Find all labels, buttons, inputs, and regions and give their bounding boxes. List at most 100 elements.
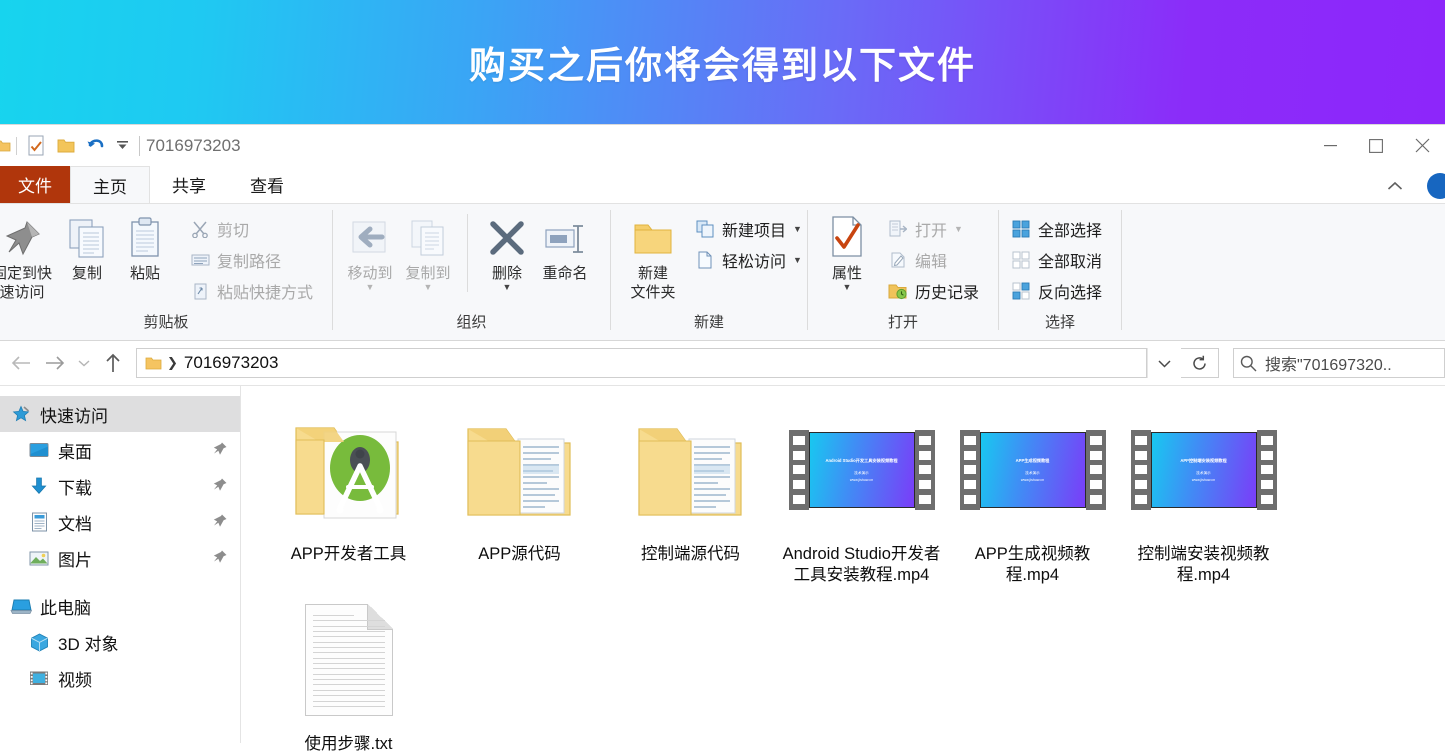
- sidebar-item-desktop[interactable]: 桌面: [0, 432, 240, 468]
- invert-selection-button[interactable]: 反向选择: [1007, 278, 1106, 304]
- address-input[interactable]: ❯ 7016973203: [136, 348, 1147, 378]
- new-item-button[interactable]: 新建项目 ▼: [691, 216, 806, 242]
- tab-view[interactable]: 查看: [228, 166, 306, 203]
- ribbon: 固定到快 速访问 复制: [0, 203, 1445, 341]
- history-button[interactable]: 历史记录: [884, 278, 983, 304]
- maximize-button[interactable]: [1353, 125, 1399, 166]
- file-item[interactable]: Android Studio开发工具安装视频教程 技术演示 www.jishuw…: [776, 396, 947, 586]
- copy-to-button[interactable]: 复制到 ▼: [399, 212, 457, 293]
- sidebar-item-3d-objects[interactable]: 3D 对象: [0, 624, 240, 660]
- easy-access-button[interactable]: 轻松访问 ▼: [691, 247, 806, 273]
- new-item-icon: [695, 219, 715, 239]
- file-item[interactable]: APP开发者工具: [263, 396, 434, 586]
- sidebar-item-videos[interactable]: 视频: [0, 660, 240, 696]
- file-name: APP源代码: [478, 545, 561, 563]
- clipboard-small-buttons: 剪切 复制路径 粘贴快捷方式: [186, 212, 317, 304]
- select-all-icon: [1011, 219, 1031, 239]
- undo-icon[interactable]: [81, 131, 111, 161]
- pin-icon[interactable]: [212, 477, 228, 498]
- sidebar-item-downloads[interactable]: 下载: [0, 468, 240, 504]
- minimize-button[interactable]: [1307, 125, 1353, 166]
- customize-toolbar-icon[interactable]: [111, 131, 133, 161]
- search-input[interactable]: 搜索"701697320..: [1233, 348, 1445, 378]
- chevron-down-icon[interactable]: ▼: [954, 225, 963, 234]
- easy-access-label: 轻松访问: [722, 254, 787, 271]
- film-strip: APP控制端安装视频教程 技术演示 www.jishuw.cn: [1130, 430, 1277, 510]
- address-dropdown-button[interactable]: [1147, 348, 1181, 378]
- breadcrumb-path[interactable]: 7016973203: [184, 353, 279, 373]
- this-pc-icon: [10, 595, 32, 617]
- video-preview: APP生成视频教程 技术演示 www.jishuw.cn: [979, 432, 1086, 508]
- select-group-label: 选择: [1044, 314, 1075, 331]
- window-title: 7016973203: [146, 135, 241, 155]
- sidebar-item-this-pc[interactable]: 此电脑: [0, 588, 240, 624]
- back-button[interactable]: [4, 346, 38, 380]
- collapse-ribbon-button[interactable]: [1381, 174, 1409, 198]
- rename-button[interactable]: 重命名: [536, 212, 594, 285]
- help-icon[interactable]: [1427, 173, 1445, 199]
- pin-to-quick-access-button[interactable]: 固定到快 速访问: [0, 212, 58, 304]
- chevron-down-icon[interactable]: ▼: [843, 283, 852, 292]
- select-all-button[interactable]: 全部选择: [1007, 216, 1106, 242]
- copy-icon: [64, 214, 110, 260]
- thumb-sub1: 技术演示: [1025, 470, 1040, 475]
- open-button[interactable]: 打开 ▼: [884, 216, 983, 242]
- new-folder-icon[interactable]: [51, 131, 81, 161]
- film-strip: APP生成视频教程 技术演示 www.jishuw.cn: [959, 430, 1106, 510]
- new-folder-button[interactable]: 新建 文件夹: [621, 212, 685, 304]
- recent-locations-button[interactable]: [72, 346, 96, 380]
- paste-label: 粘贴: [130, 265, 161, 282]
- inline-divider: [467, 214, 468, 292]
- file-item[interactable]: APP控制端安装视频教程 技术演示 www.jishuw.cn 控制端安装视频教…: [1118, 396, 1289, 586]
- chevron-down-icon[interactable]: ▼: [503, 283, 512, 292]
- sidebar-item-pictures[interactable]: 图片: [0, 540, 240, 576]
- edit-button[interactable]: 编辑: [884, 247, 983, 273]
- ribbon-group-select: 全部选择 全部取消 反向选择 选择: [999, 204, 1121, 340]
- chevron-down-icon[interactable]: ▼: [793, 256, 802, 265]
- up-button[interactable]: [96, 346, 130, 380]
- paste-button[interactable]: 粘贴: [116, 212, 174, 285]
- promo-banner: 购买之后你将会得到以下文件: [0, 0, 1445, 124]
- pin-icon[interactable]: [212, 513, 228, 534]
- tab-file[interactable]: 文件: [0, 166, 70, 203]
- copy-label: 复制: [72, 265, 103, 282]
- file-item[interactable]: 控制端源代码: [605, 396, 776, 586]
- cut-button[interactable]: 剪切: [186, 216, 317, 242]
- thumb-title: Android Studio开发工具安装视频教程: [825, 457, 898, 463]
- video-thumbnail: APP生成视频教程 技术演示 www.jishuw.cn: [959, 400, 1106, 540]
- forward-button[interactable]: [38, 346, 72, 380]
- sidebar-item-documents[interactable]: 文档: [0, 504, 240, 540]
- chevron-down-icon[interactable]: ▼: [366, 283, 375, 292]
- select-none-button[interactable]: 全部取消: [1007, 247, 1106, 273]
- chevron-down-icon[interactable]: ▼: [424, 283, 433, 292]
- title-divider: [139, 135, 140, 156]
- address-bar-row: ❯ 7016973203 搜索"701697320..: [0, 341, 1445, 386]
- close-button[interactable]: [1399, 125, 1445, 166]
- sidebar-label: 视频: [58, 670, 92, 690]
- paste-shortcut-label: 粘贴快捷方式: [217, 285, 314, 302]
- chevron-down-icon[interactable]: ▼: [793, 225, 802, 234]
- sidebar-item-quick-access[interactable]: 快速访问: [0, 396, 240, 432]
- breadcrumb-chevron-icon[interactable]: ❯: [167, 355, 178, 371]
- rename-label: 重命名: [542, 265, 588, 282]
- pin-icon[interactable]: [212, 441, 228, 462]
- copy-button[interactable]: 复制: [58, 212, 116, 285]
- folder-icon[interactable]: [0, 131, 12, 161]
- clipboard-group-label: 剪贴板: [143, 314, 189, 331]
- tab-home[interactable]: 主页: [70, 166, 150, 203]
- video-preview: APP控制端安装视频教程 技术演示 www.jishuw.cn: [1150, 432, 1257, 508]
- refresh-button[interactable]: [1181, 348, 1219, 378]
- new-folder-label: 新建 文件夹: [630, 265, 676, 301]
- properties-button[interactable]: 属性 ▼: [818, 212, 876, 293]
- move-to-button[interactable]: 移动到 ▼: [341, 212, 399, 293]
- ribbon-group-clipboard: 固定到快 速访问 复制: [0, 204, 332, 340]
- pin-icon[interactable]: [212, 549, 228, 570]
- tab-share[interactable]: 共享: [150, 166, 228, 203]
- paste-shortcut-button[interactable]: 粘贴快捷方式: [186, 278, 317, 304]
- file-item[interactable]: APP生成视频教程 技术演示 www.jishuw.cn APP生成视频教程.m…: [947, 396, 1118, 586]
- properties-icon[interactable]: [21, 131, 51, 161]
- file-item[interactable]: APP源代码: [434, 396, 605, 586]
- file-item[interactable]: 使用步骤.txt: [263, 586, 434, 755]
- delete-button[interactable]: 删除 ▼: [478, 212, 536, 293]
- copy-path-button[interactable]: 复制路径: [186, 247, 317, 273]
